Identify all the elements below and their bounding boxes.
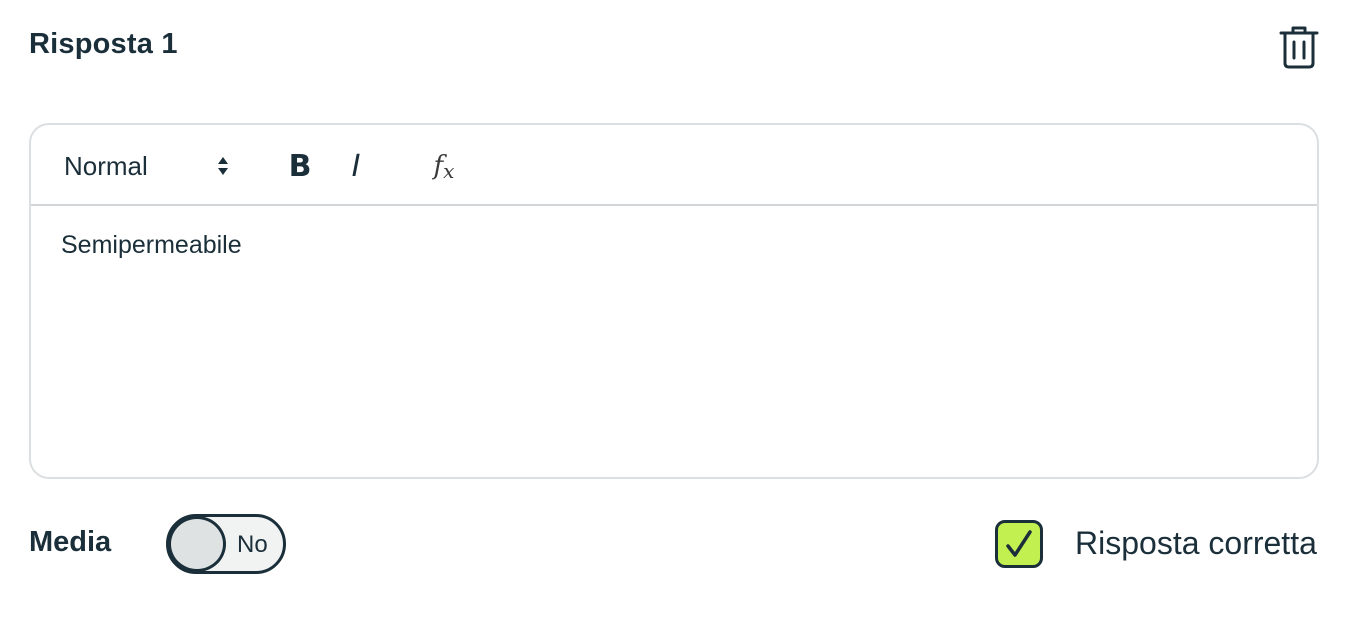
bold-button[interactable]: B [282,147,318,185]
formula-icon-f: f [433,151,444,181]
italic-button[interactable]: I [338,147,374,185]
correct-answer-checkbox[interactable] [995,520,1043,568]
checkmark-icon [1006,530,1032,557]
formula-icon-x: x [443,159,455,183]
media-label: Media [29,526,112,558]
format-select-value: Normal [64,150,148,181]
answer-editor-panel: Risposta 1 Normal B I fx Semipermeabile … [0,0,1366,630]
format-select[interactable]: Normal [64,147,234,185]
editor-toolbar: Normal B I fx [31,125,1317,206]
editor-content[interactable]: Semipermeabile [61,231,242,260]
media-toggle-state: No [237,531,268,558]
answer-title: Risposta 1 [29,28,178,60]
media-toggle[interactable]: No [166,514,286,574]
toggle-knob [168,516,226,572]
trash-icon [1279,26,1319,69]
correct-answer-label[interactable]: Risposta corretta [1075,525,1317,562]
rich-text-editor: Normal B I fx Semipermeabile [29,123,1319,479]
formula-button[interactable]: fx [424,147,464,185]
sort-arrows-icon [218,157,228,175]
delete-answer-button[interactable] [1276,24,1322,70]
